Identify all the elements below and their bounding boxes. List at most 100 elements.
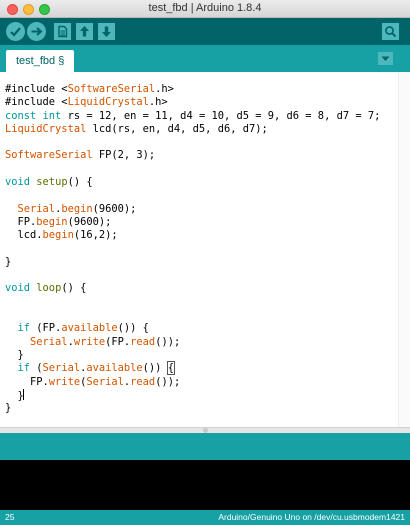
code-token: LiquidCrystal	[67, 96, 149, 109]
tab-bar: test_fbd §	[0, 45, 410, 72]
toolbar	[0, 18, 410, 45]
code-token: const	[5, 109, 37, 122]
upload-button[interactable]	[27, 22, 46, 41]
code-token: int	[42, 109, 62, 122]
code-token: ())	[142, 362, 168, 375]
code-token: }	[5, 389, 24, 402]
code-token: void	[5, 282, 31, 295]
code-token: LiquidCrystal	[5, 122, 87, 135]
arrow-right-icon	[31, 27, 43, 36]
code-editor[interactable]: #include <SoftwareSerial.h> #include <Liq…	[0, 72, 410, 427]
code-line[interactable]: lcd.begin(16,2);	[5, 229, 380, 242]
code-token: .h>	[148, 96, 168, 109]
code-line[interactable]: }	[5, 388, 380, 402]
code-token: ());	[155, 335, 181, 348]
code-token: (9600);	[67, 215, 112, 228]
code-token: setup	[36, 176, 68, 189]
code-token: if	[17, 362, 31, 375]
code-line[interactable]: LiquidCrystal lcd(rs, en, d4, d5, d6, d7…	[5, 123, 380, 136]
code-token: begin	[36, 215, 68, 228]
cursor-line-number: 25	[5, 512, 15, 522]
code-token: (FP.	[105, 335, 131, 348]
code-token: SoftwareSerial	[67, 83, 156, 95]
chevron-down-icon	[381, 56, 390, 61]
editor-scrollbar[interactable]	[398, 72, 410, 427]
code-token: begin	[42, 229, 74, 242]
code-token: rs = 12, en = 11, d4 = 10, d5 = 9, d6 = …	[61, 109, 381, 122]
code-token: ()) {	[117, 322, 149, 335]
open-sketch-button[interactable]	[76, 23, 93, 40]
code-line[interactable]	[5, 269, 380, 282]
code-line[interactable]: }	[5, 402, 380, 415]
code-token: read	[130, 335, 156, 348]
code-line[interactable]: #include <LiquidCrystal.h>	[5, 96, 380, 109]
save-sketch-button[interactable]	[98, 23, 115, 40]
code-token: loop	[36, 282, 62, 295]
code-line[interactable]	[5, 296, 380, 309]
code-line[interactable]	[5, 309, 380, 322]
arrow-up-icon	[80, 26, 89, 37]
message-area	[0, 433, 410, 460]
console-output[interactable]	[0, 460, 410, 510]
code-line[interactable]	[5, 189, 380, 202]
code-line[interactable]: void setup() {	[5, 176, 380, 189]
code-line[interactable]: Serial.begin(9600);	[5, 203, 380, 216]
code-token: SoftwareSerial	[5, 149, 93, 162]
code-line[interactable]: if (Serial.available()) {	[5, 361, 380, 376]
code-line[interactable]: void loop() {	[5, 282, 380, 295]
code-line[interactable]: #include <SoftwareSerial.h>	[5, 83, 380, 96]
code-token: Serial	[30, 335, 68, 348]
code-text[interactable]: #include <SoftwareSerial.h> #include <Liq…	[5, 83, 380, 415]
title-bar[interactable]: test_fbd | Arduino 1.8.4	[0, 0, 410, 18]
code-line[interactable]: Serial.write(FP.read());	[5, 336, 380, 349]
code-line[interactable]: if (FP.available()) {	[5, 322, 380, 335]
code-token: available	[61, 322, 118, 335]
code-token: Serial	[86, 375, 124, 388]
code-token: available	[86, 362, 143, 375]
code-line[interactable]: const int rs = 12, en = 11, d4 = 10, d5 …	[5, 110, 380, 123]
new-file-icon	[58, 25, 68, 38]
code-token: Serial	[17, 202, 56, 215]
code-token: (9600);	[92, 202, 137, 215]
code-line[interactable]: FP.write(Serial.read());	[5, 376, 380, 389]
code-line[interactable]: }	[5, 349, 380, 362]
code-line[interactable]: FP.begin(9600);	[5, 216, 380, 229]
magnifier-icon	[385, 26, 397, 38]
code-token: begin	[61, 202, 93, 215]
serial-monitor-button[interactable]	[382, 23, 399, 40]
code-line[interactable]	[5, 136, 380, 149]
window-title: test_fbd | Arduino 1.8.4	[148, 2, 262, 14]
code-token: (	[30, 362, 43, 375]
code-token: lcd(rs, en, d4, d5, d6, d7);	[86, 122, 268, 135]
code-token: write	[73, 335, 106, 348]
new-sketch-button[interactable]	[54, 23, 71, 40]
arrow-down-icon	[102, 26, 111, 37]
code-token: () {	[61, 282, 87, 295]
code-token: if	[17, 322, 31, 335]
code-line[interactable]	[5, 243, 380, 256]
tab-test-fbd[interactable]: test_fbd §	[6, 50, 75, 72]
code-line[interactable]: }	[5, 256, 380, 269]
code-line[interactable]	[5, 163, 380, 176]
verify-button[interactable]	[6, 22, 25, 41]
code-line[interactable]: SoftwareSerial FP(2, 3);	[5, 149, 380, 162]
code-token: ());	[155, 375, 181, 388]
checkmark-icon	[10, 27, 21, 37]
code-token: (16,2);	[73, 229, 118, 242]
code-token: {	[166, 361, 176, 376]
code-token: }	[5, 255, 12, 268]
code-token: .h>	[155, 83, 174, 95]
text-caret	[22, 388, 24, 400]
code-token: }	[5, 402, 12, 415]
arduino-ide-window: test_fbd | Arduino 1.8.4 test_fbd § #inc…	[0, 0, 410, 525]
code-token: read	[130, 375, 156, 388]
tab-menu-button[interactable]	[378, 52, 393, 65]
code-token: FP.	[5, 375, 49, 388]
code-token: }	[5, 348, 24, 361]
code-token: (FP.	[30, 322, 62, 335]
board-port-info: Arduino/Genuino Uno on /dev/cu.usbmodem1…	[218, 512, 405, 522]
